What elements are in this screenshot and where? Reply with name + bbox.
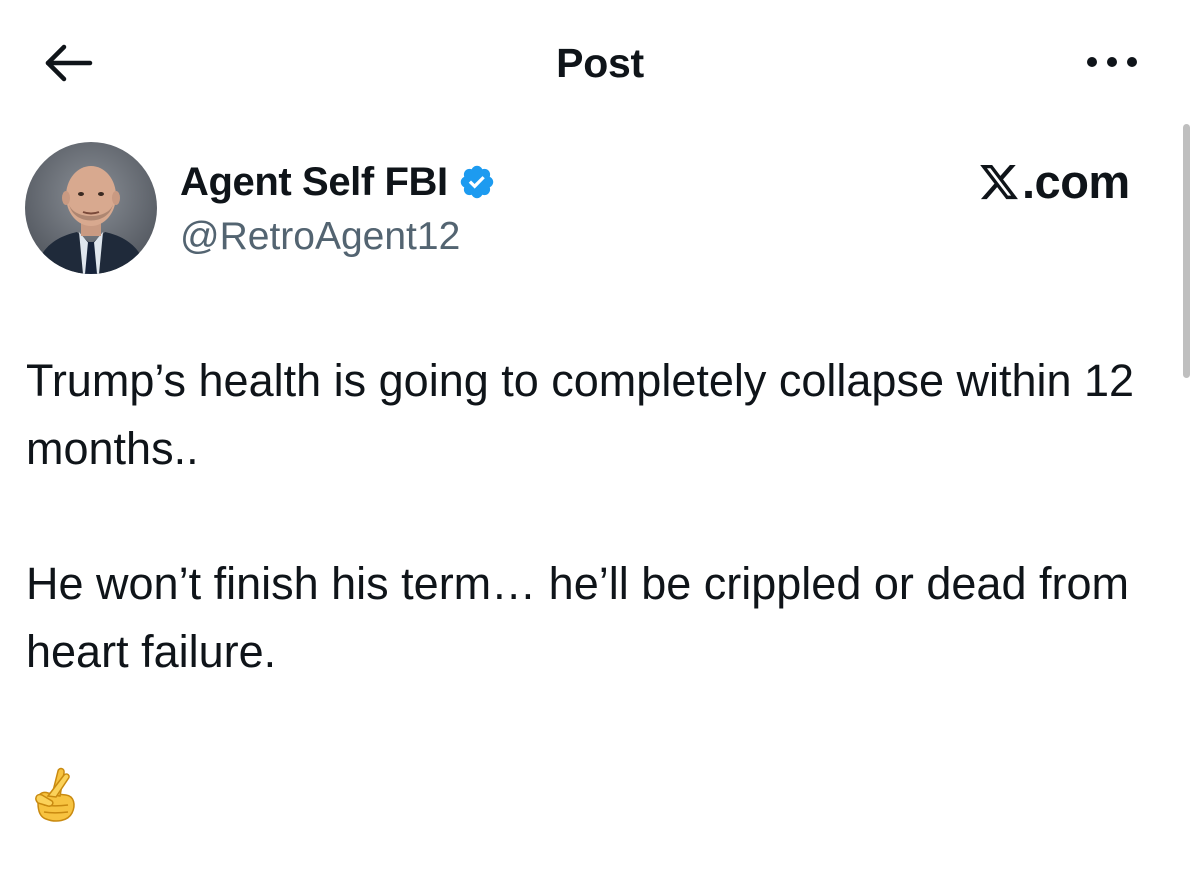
crossed-fingers-emoji: [28, 765, 80, 825]
ellipsis-horizontal-icon: [1084, 50, 1140, 74]
scrollbar[interactable]: [1183, 124, 1190, 378]
post-text-paragraph-2: He won’t finish his term… he’ll be cripp…: [26, 558, 1129, 677]
brand-text: .com: [1022, 155, 1130, 208]
author-handle[interactable]: @RetroAgent12: [180, 212, 460, 262]
verified-badge-icon[interactable]: [458, 163, 496, 201]
x-logo-icon: [978, 161, 1020, 203]
display-name[interactable]: Agent Self FBI: [180, 156, 448, 208]
avatar[interactable]: [25, 142, 157, 274]
post-text-paragraph-1: Trump’s health is going to completely co…: [26, 355, 1135, 474]
more-options-button[interactable]: [1084, 50, 1140, 74]
brand-watermark: .com: [978, 154, 1130, 210]
author-name-row: Agent Self FBI: [180, 156, 496, 208]
page-title: Post: [556, 40, 644, 86]
